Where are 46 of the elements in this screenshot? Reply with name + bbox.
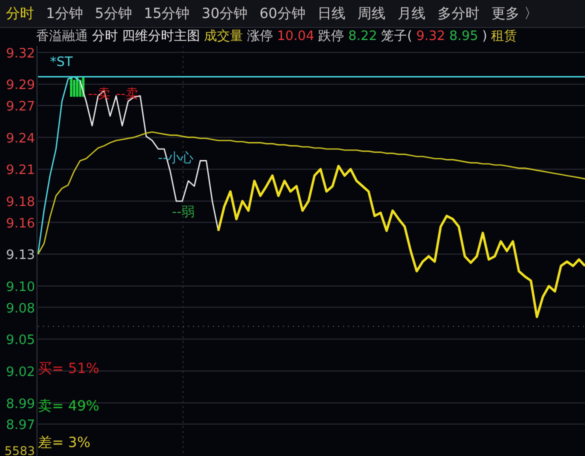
axis-label: 9.05 — [6, 333, 35, 348]
axis-label: 9.16 — [6, 216, 35, 232]
timeframe-tab[interactable]: 多分时 — [431, 0, 486, 27]
timeframe-tab[interactable]: 周线 — [351, 0, 392, 27]
axis-label: 9.02 — [6, 365, 35, 380]
ratio-label: 差= 3% — [38, 435, 90, 452]
signal-bars-drawing — [70, 76, 84, 97]
ratio-label: 卖= 49% — [38, 398, 100, 415]
info-text: 跌停 — [318, 28, 344, 46]
info-text: 四维分时主图 — [122, 28, 200, 46]
signal-label: --弱 — [172, 205, 194, 220]
info-text: 笼子( — [381, 28, 412, 46]
timeframe-tab[interactable]: 分时 — [0, 0, 40, 27]
axis-label: 9.13 — [6, 248, 35, 264]
info-text: 8.95 — [449, 28, 478, 46]
timeframe-tab[interactable]: 30分钟 — [196, 0, 254, 27]
info-text: 成交量 — [204, 28, 243, 46]
info-text: 分时 — [92, 28, 118, 46]
axis-label: 9.18 — [6, 195, 35, 210]
timeframe-tab[interactable]: 5分钟 — [88, 0, 138, 27]
timeframe-tab[interactable]: 月线 — [391, 0, 432, 27]
timeframe-tab[interactable]: 日线 — [311, 0, 352, 27]
volume-axis-label: 5583 — [4, 444, 35, 456]
signal-label: *ST — [50, 55, 73, 70]
axis-label: 9.24 — [6, 131, 35, 146]
timeframe-tab[interactable]: 15分钟 — [138, 0, 196, 27]
axis-label: 8.99 — [6, 396, 35, 412]
timeframe-tab[interactable]: 更多 〉 — [485, 0, 544, 27]
timeframe-tab[interactable]: 60分钟 — [254, 0, 312, 27]
axis-label: 9.32 — [6, 46, 35, 62]
info-text: 9.32 — [416, 28, 446, 46]
info-text: 租赁 — [491, 28, 518, 46]
info-text: 涨停 — [247, 28, 273, 46]
info-text: 8.22 — [348, 28, 378, 46]
timeframe-tab[interactable]: 1分钟 — [40, 0, 89, 27]
axis-label: 8.97 — [6, 418, 35, 434]
info-text: 10.04 — [277, 28, 314, 46]
signal-label: --卖 — [116, 87, 138, 102]
axis-label: 9.27 — [6, 99, 35, 114]
axis-label: 9.10 — [6, 280, 35, 296]
axis-label: 9.21 — [6, 163, 35, 178]
info-text: 香溢融通 — [36, 28, 88, 46]
axis-label: 9.29 — [6, 78, 35, 94]
axis-label: 9.08 — [6, 301, 35, 316]
info-text: ) — [482, 28, 488, 46]
ratio-label: 买= 51% — [38, 360, 100, 377]
